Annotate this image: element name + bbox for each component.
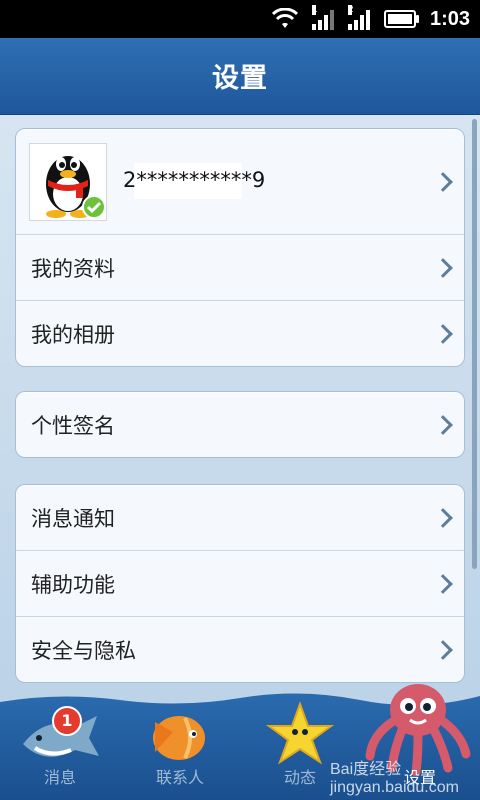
menu-item-label: 辅助功能: [31, 572, 115, 597]
menu-item-my-album[interactable]: 我的相册: [16, 301, 464, 366]
status-icons: 1 2 1:03: [271, 0, 470, 38]
page-title: 设置: [212, 63, 268, 94]
profile-card: 2***********9 我的资料 我的相册: [15, 128, 465, 367]
baidu-watermark: Bai度经验 jingyan.baidu.com: [330, 761, 459, 796]
battery-icon: [383, 10, 419, 28]
menu-item-label: 消息通知: [31, 506, 115, 531]
starfish-icon: [265, 701, 335, 765]
chevron-right-icon: [433, 414, 453, 435]
unread-badge: 1: [52, 706, 82, 736]
signature-card: 个性签名: [15, 391, 465, 458]
chevron-right-icon: [433, 639, 453, 660]
signal-2-label: 2: [347, 5, 354, 15]
menu-item-notifications[interactable]: 消息通知: [16, 485, 464, 551]
signal-strength-1-icon: 1: [311, 5, 334, 30]
status-time: 1:03: [429, 7, 470, 30]
chevron-right-icon: [433, 323, 453, 344]
menu-item-my-profile[interactable]: 我的资料: [16, 235, 464, 301]
menu-item-accessibility[interactable]: 辅助功能: [16, 551, 464, 617]
tab-messages[interactable]: 1 消息: [0, 690, 120, 800]
qq-penguin-icon: [46, 156, 106, 219]
chevron-right-icon: [433, 573, 453, 594]
wifi-icon: [271, 8, 298, 28]
fish-icon: [153, 716, 205, 760]
signal-1-label: 1: [311, 5, 318, 15]
chevron-right-icon: [433, 507, 453, 528]
menu-item-security-privacy[interactable]: 安全与隐私: [16, 617, 464, 682]
settings-list[interactable]: 2***********9 我的资料 我的相册 个性签名 消息通知 辅助功能 安…: [0, 115, 480, 695]
menu-item-label: 我的相册: [31, 322, 115, 347]
menu-item-signature[interactable]: 个性签名: [16, 392, 464, 457]
title-bar: 设置: [0, 38, 480, 115]
avatar: [29, 143, 107, 221]
profile-row[interactable]: 2***********9: [16, 129, 464, 235]
tab-label: 消息: [43, 768, 76, 787]
preferences-card: 消息通知 辅助功能 安全与隐私: [15, 484, 465, 683]
menu-item-label: 个性签名: [31, 413, 115, 438]
signal-strength-2-icon: 2: [347, 5, 370, 30]
chevron-right-icon: [433, 257, 453, 278]
account-number: 2***********9: [123, 168, 266, 192]
tab-label: 联系人: [155, 768, 204, 787]
scrollbar[interactable]: [472, 119, 477, 569]
status-bar: 1 2 1:03: [0, 0, 480, 38]
menu-item-label: 安全与隐私: [31, 638, 136, 663]
menu-item-label: 我的资料: [31, 256, 115, 281]
tab-contacts[interactable]: 联系人: [120, 690, 240, 800]
chevron-right-icon: [433, 171, 453, 192]
